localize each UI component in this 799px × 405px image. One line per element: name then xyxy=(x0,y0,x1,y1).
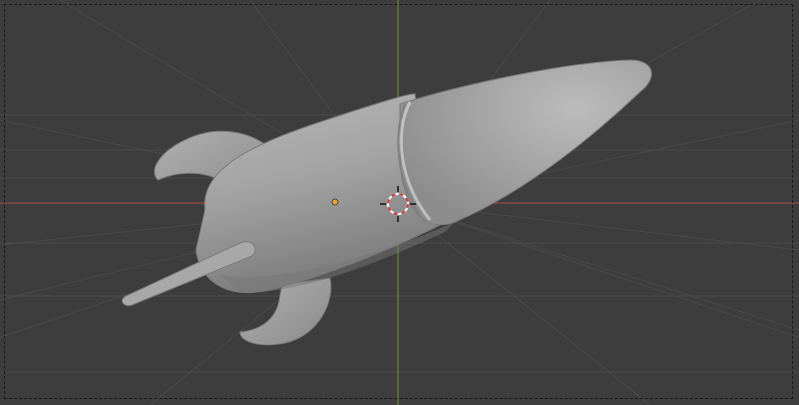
object-origin-icon xyxy=(331,198,339,206)
3d-viewport[interactable] xyxy=(0,0,799,405)
rocket-mesh[interactable] xyxy=(121,59,652,346)
rocket-nose-cone[interactable] xyxy=(399,59,652,226)
viewport-scene[interactable] xyxy=(0,0,799,405)
